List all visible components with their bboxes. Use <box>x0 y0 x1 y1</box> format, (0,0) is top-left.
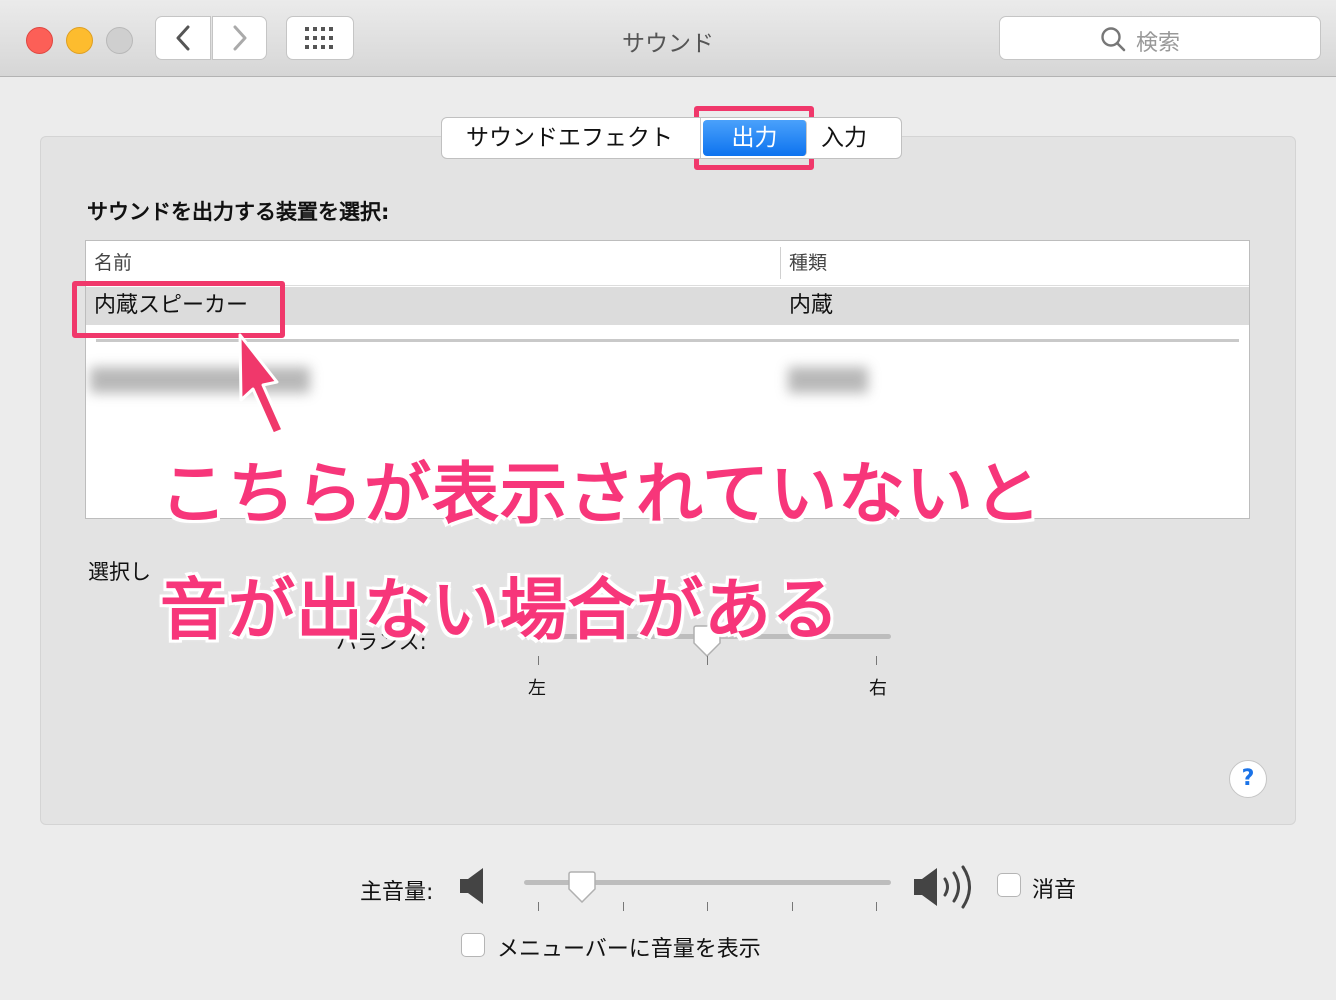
tab-output[interactable]: 出力 <box>703 120 807 156</box>
tab-bar: サウンドエフェクト 出力 入力 <box>441 117 902 159</box>
balance-left-label: 左 <box>528 678 546 699</box>
arrow-pointer <box>238 333 285 436</box>
volume-slider-knob[interactable] <box>568 871 596 903</box>
column-header-type[interactable]: 種類 <box>789 241 827 285</box>
mute-label: 消音 <box>1032 878 1077 903</box>
balance-tick <box>538 656 539 665</box>
help-button[interactable]: ? <box>1229 760 1267 798</box>
search-placeholder: 検索 <box>1136 31 1181 56</box>
search-field[interactable]: 検索 <box>999 16 1321 60</box>
balance-tick <box>876 656 877 665</box>
tab-sound-effects[interactable]: サウンドエフェクト <box>442 118 701 158</box>
volume-tick <box>876 902 877 911</box>
selected-device-label: 選択し <box>88 560 151 584</box>
column-header-name[interactable]: 名前 <box>94 241 132 285</box>
balance-right-label: 右 <box>869 678 887 699</box>
menubar-volume-checkbox[interactable] <box>461 933 485 957</box>
annotation-line-2: 音が出ない場合がある <box>160 571 840 649</box>
volume-tick <box>792 902 793 911</box>
mute-checkbox[interactable] <box>997 873 1021 897</box>
volume-tick <box>623 902 624 911</box>
balance-tick <box>707 656 708 665</box>
device-section-label: サウンドを出力する装置を選択: <box>87 200 390 224</box>
search-icon <box>1101 27 1126 52</box>
tab-input[interactable]: 入力 <box>809 118 901 158</box>
column-divider <box>780 247 781 279</box>
redacted-device-type <box>788 367 868 393</box>
menubar-volume-label: メニューバーに音量を表示 <box>497 937 761 962</box>
volume-tick <box>538 902 539 911</box>
speaker-high-icon <box>914 865 971 909</box>
volume-tick <box>707 902 708 911</box>
volume-label: 主音量: <box>360 880 434 905</box>
speaker-low-icon <box>460 868 483 904</box>
title-bar: サウンド 検索 <box>0 0 1336 77</box>
device-type-cell: 内蔵 <box>789 293 834 318</box>
annotation-line-1: こちらが表示されていないと <box>160 455 1042 533</box>
